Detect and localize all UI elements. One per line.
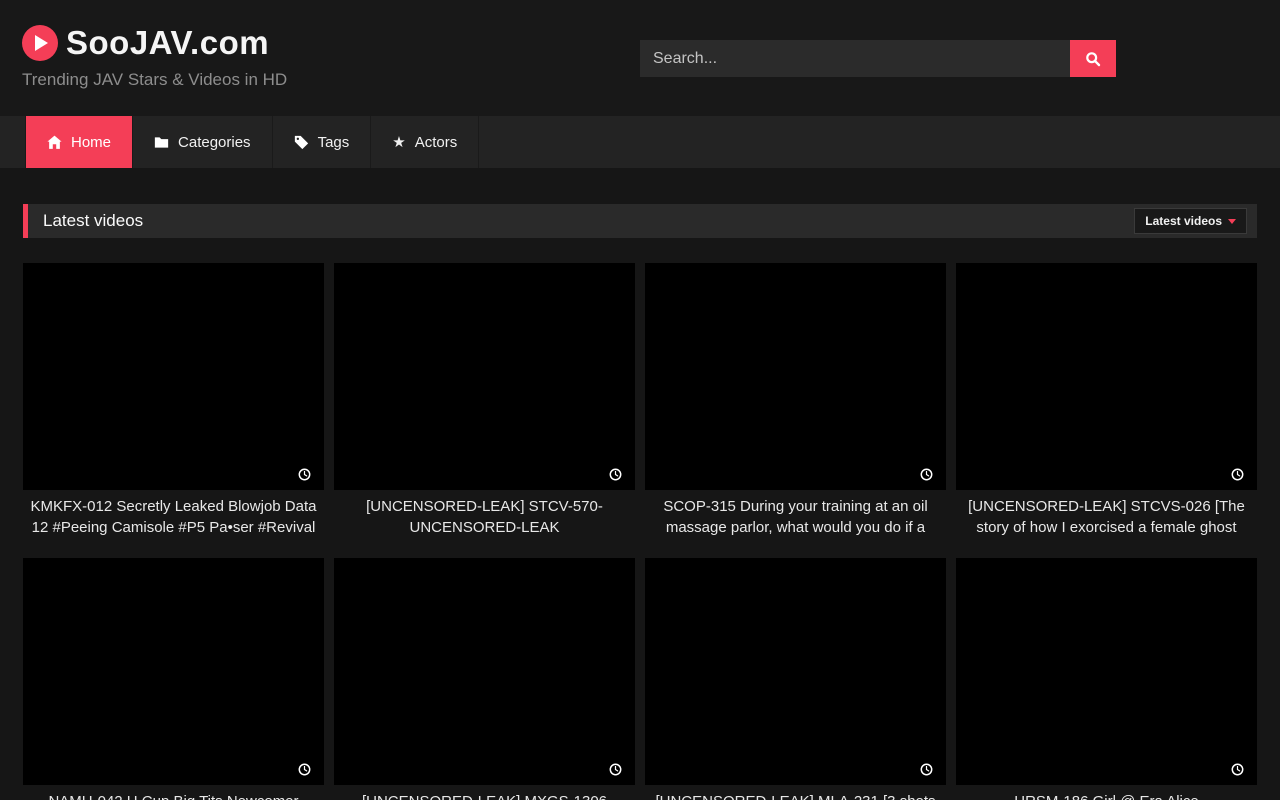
sort-dropdown-label: Latest videos	[1145, 214, 1222, 228]
nav-item-label: Actors	[415, 134, 458, 151]
video-card[interactable]: [UNCENSORED-LEAK] MXGS-1306 Absolutely	[334, 558, 635, 800]
video-thumbnail[interactable]	[645, 263, 946, 490]
video-title[interactable]: HRSM-186 Girl @ Era Alice	[956, 791, 1257, 800]
folder-icon	[154, 135, 169, 150]
section-header: Latest videos Latest videos	[23, 204, 1257, 238]
magnifier-icon	[1085, 51, 1101, 67]
caret-down-icon	[1228, 219, 1236, 224]
video-title[interactable]: [UNCENSORED-LEAK] MXGS-1306 Absolutely	[334, 791, 635, 800]
video-title[interactable]: KMKFX-012 Secretly Leaked Blowjob Data 1…	[23, 496, 324, 538]
tag-icon	[294, 135, 309, 150]
video-card[interactable]: HRSM-186 Girl @ Era Alice	[956, 558, 1257, 800]
brand-name: SooJAV.com	[66, 24, 269, 62]
clock-icon	[609, 763, 622, 776]
search-form	[640, 40, 1116, 77]
video-card[interactable]: SCOP-315 During your training at an oil …	[645, 263, 946, 538]
video-grid: KMKFX-012 Secretly Leaked Blowjob Data 1…	[23, 263, 1257, 800]
nav-item-label: Categories	[178, 134, 251, 151]
play-circle-icon	[22, 25, 58, 61]
video-title[interactable]: NAMH-042 H Cup Big Tits Newcomer (170cm …	[23, 791, 324, 800]
nav-item-label: Tags	[318, 134, 350, 151]
clock-icon	[609, 468, 622, 481]
video-card[interactable]: NAMH-042 H Cup Big Tits Newcomer (170cm …	[23, 558, 324, 800]
video-thumbnail[interactable]	[23, 263, 324, 490]
video-thumbnail[interactable]	[23, 558, 324, 785]
clock-icon	[920, 763, 933, 776]
video-title[interactable]: [UNCENSORED-LEAK] MLA-231 [3 shots in	[645, 791, 946, 800]
video-card[interactable]: [UNCENSORED-LEAK] STCV-570-UNCENSORED-LE…	[334, 263, 635, 538]
nav-item-categories[interactable]: Categories	[133, 116, 273, 168]
nav-item-home[interactable]: Home	[25, 116, 133, 168]
sort-dropdown-button[interactable]: Latest videos	[1134, 208, 1247, 234]
video-title[interactable]: [UNCENSORED-LEAK] STCVS-026 [The story o…	[956, 496, 1257, 538]
main-nav: Home Categories Tags ★ Actors	[0, 116, 1280, 168]
video-card[interactable]: [UNCENSORED-LEAK] MLA-231 [3 shots in	[645, 558, 946, 800]
section-title: Latest videos	[43, 211, 143, 231]
search-input[interactable]	[640, 40, 1070, 77]
video-thumbnail[interactable]	[956, 558, 1257, 785]
video-thumbnail[interactable]	[645, 558, 946, 785]
video-title[interactable]: SCOP-315 During your training at an oil …	[645, 496, 946, 538]
video-card[interactable]: KMKFX-012 Secretly Leaked Blowjob Data 1…	[23, 263, 324, 538]
search-button[interactable]	[1070, 40, 1116, 77]
star-icon: ★	[392, 135, 405, 150]
video-thumbnail[interactable]	[334, 558, 635, 785]
video-thumbnail[interactable]	[956, 263, 1257, 490]
video-thumbnail[interactable]	[334, 263, 635, 490]
video-title[interactable]: [UNCENSORED-LEAK] STCV-570-UNCENSORED-LE…	[334, 496, 635, 538]
video-card[interactable]: [UNCENSORED-LEAK] STCVS-026 [The story o…	[956, 263, 1257, 538]
clock-icon	[920, 468, 933, 481]
clock-icon	[1231, 468, 1244, 481]
clock-icon	[1231, 763, 1244, 776]
nav-item-actors[interactable]: ★ Actors	[371, 116, 479, 168]
site-header: SooJAV.com Trending JAV Stars & Videos i…	[0, 0, 1280, 116]
home-icon	[47, 135, 62, 150]
nav-item-tags[interactable]: Tags	[273, 116, 372, 168]
clock-icon	[298, 468, 311, 481]
nav-item-label: Home	[71, 134, 111, 151]
clock-icon	[298, 763, 311, 776]
main-content: Latest videos Latest videos KMKFX-012 Se…	[0, 204, 1280, 800]
